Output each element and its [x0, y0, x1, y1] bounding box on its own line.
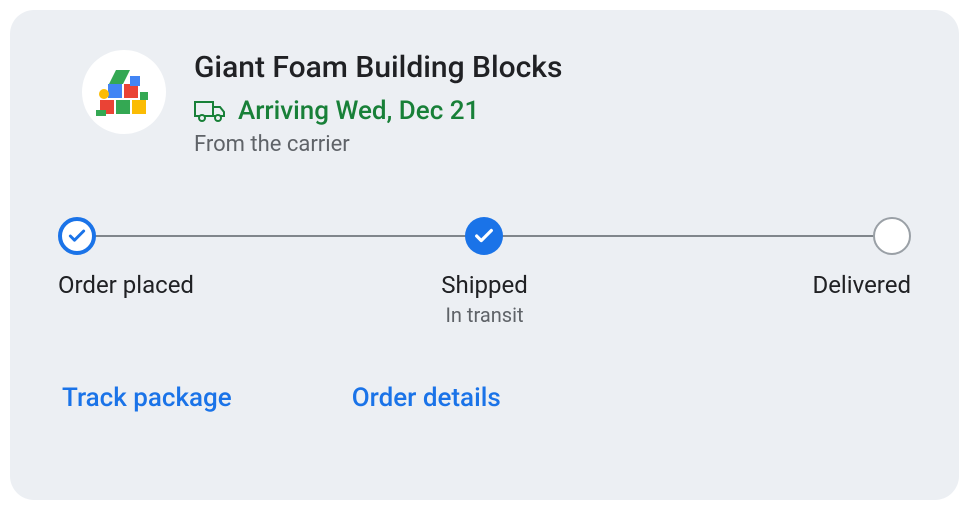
- checkmark-icon: [473, 225, 495, 247]
- building-blocks-icon: [94, 62, 154, 122]
- header-text: Giant Foam Building Blocks Arriving Wed,…: [194, 50, 911, 157]
- header: Giant Foam Building Blocks Arriving Wed,…: [82, 50, 911, 157]
- product-image: [82, 50, 166, 134]
- checkmark-icon: [67, 226, 87, 246]
- arrival-source: From the carrier: [194, 132, 911, 157]
- order-tracking-card: Giant Foam Building Blocks Arriving Wed,…: [10, 10, 959, 500]
- step-shipped: Shipped In transit: [342, 217, 626, 327]
- truck-icon: [194, 99, 226, 123]
- actions-row: Track package Order details: [62, 383, 911, 413]
- step-title: Delivered: [812, 271, 911, 299]
- step-subtitle: In transit: [441, 303, 528, 327]
- step-title: Shipped: [441, 271, 528, 299]
- step-circle-done: [58, 217, 96, 255]
- track-package-link[interactable]: Track package: [62, 383, 232, 413]
- product-title: Giant Foam Building Blocks: [194, 50, 911, 86]
- order-details-link[interactable]: Order details: [352, 383, 501, 413]
- step-circle-pending: [873, 217, 911, 255]
- step-delivered: Delivered: [627, 217, 911, 327]
- arrival-text: Arriving Wed, Dec 21: [238, 96, 479, 126]
- arrival-row: Arriving Wed, Dec 21: [194, 96, 911, 126]
- step-circle-current: [465, 217, 503, 255]
- step-title: Order placed: [58, 271, 194, 299]
- timeline: Order placed Shipped In transit Delivere…: [58, 217, 911, 327]
- step-order-placed: Order placed: [58, 217, 342, 327]
- timeline-steps: Order placed Shipped In transit Delivere…: [58, 217, 911, 327]
